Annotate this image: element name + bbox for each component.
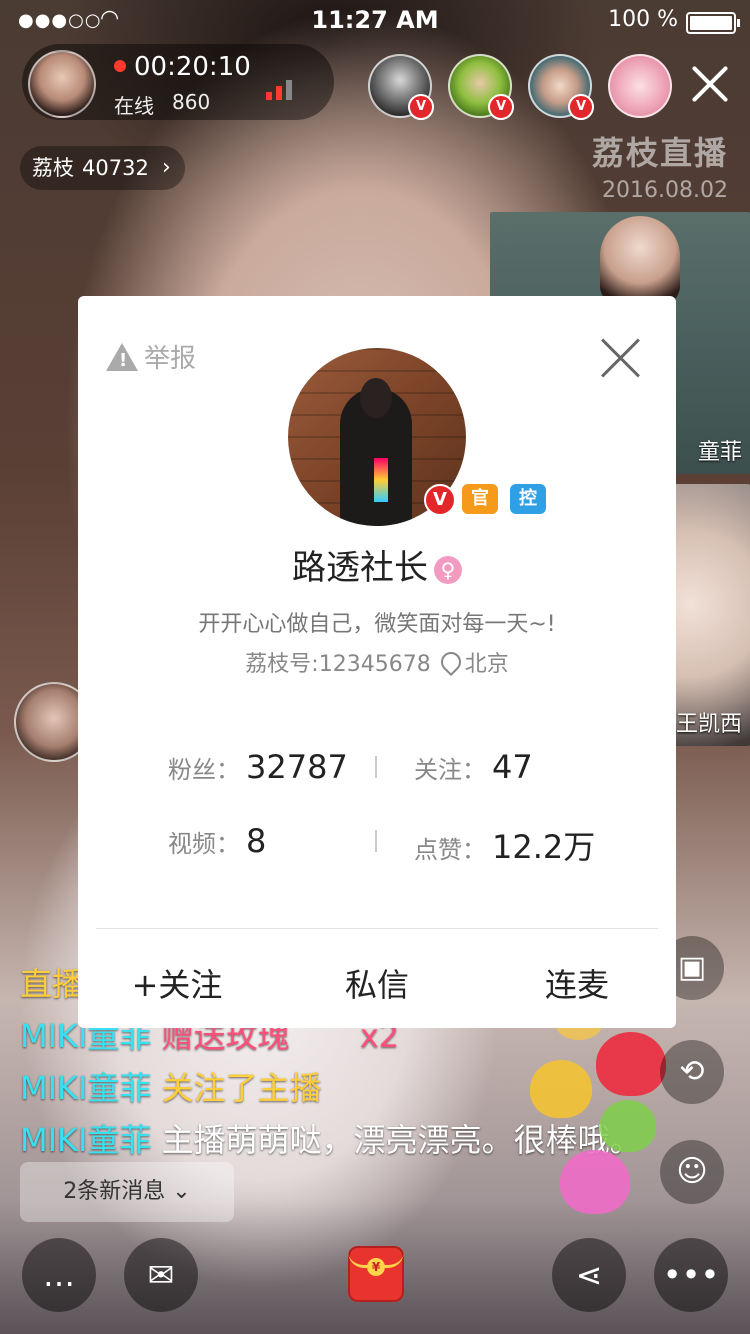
control-badge: 控 (510, 484, 546, 514)
profile-bio: 开开心心做自己，微笑面对每一天~! (198, 612, 556, 637)
online-count: 860 (172, 90, 211, 114)
card-divider (96, 928, 658, 929)
following-label: 关注： (414, 756, 486, 784)
official-badge: 官 (462, 484, 498, 514)
chat-username[interactable]: MIKI童菲 (20, 1121, 151, 1159)
battery-percent: 100 % (608, 7, 678, 32)
watermark-brand: 荔枝直播 (591, 134, 728, 172)
watermark: 荔枝直播 2016.08.02 (592, 128, 728, 203)
report-button[interactable]: 举报 (106, 338, 196, 375)
follow-button[interactable]: +关注 (78, 960, 276, 1006)
verified-badge-icon: V (424, 484, 456, 516)
verified-badge-icon: V (488, 94, 514, 120)
chat-text: 主播萌萌哒，漂亮漂亮。很棒哦。 (161, 1121, 642, 1159)
fans-count: 32787 (246, 748, 348, 786)
link-mic-button[interactable]: 连麦 (478, 960, 676, 1006)
videos-stat[interactable]: 视频： 8 (168, 822, 266, 860)
host-info-pill[interactable]: 00:20:10 在线 860 (22, 44, 334, 120)
battery-icon (686, 12, 740, 34)
viewer-avatar[interactable] (608, 54, 672, 118)
close-icon[interactable] (686, 60, 734, 108)
camera-switch-icon[interactable]: ⟲ (660, 1040, 724, 1104)
coin-value: 40732 (82, 156, 149, 180)
gift-coin: ¥ (367, 1258, 385, 1276)
recording-dot-icon (114, 60, 126, 72)
profile-id-line: 荔枝号:12345678 北京 (78, 646, 676, 678)
profile-card: 举报 V 官 控 路透社长♀ 开开心心做自己，微笑面对每一天~! 荔枝号:123… (78, 296, 676, 1028)
verified-badge-icon: V (408, 94, 434, 120)
fans-label: 粉丝： (168, 756, 240, 784)
warning-icon (106, 342, 138, 371)
mail-icon[interactable]: ✉ (124, 1238, 198, 1312)
watermark-date: 2016.08.02 (602, 178, 728, 203)
gift-icon[interactable]: ¥ (348, 1246, 404, 1302)
likes-stat[interactable]: 点赞： 12.2万 (414, 822, 595, 868)
following-stat[interactable]: 关注： 47 (414, 748, 533, 786)
cohost-video (600, 216, 680, 306)
online-label: 在线 (114, 94, 154, 118)
female-icon: ♀ (434, 555, 462, 584)
heart-icon (596, 1032, 666, 1096)
videos-count: 8 (246, 822, 267, 860)
likes-label: 点赞： (414, 836, 486, 864)
report-label: 举报 (144, 344, 197, 374)
likes-count: 12.2万 (492, 828, 596, 866)
status-bar: ●●●○○ ◠ 11:27 AM 100 % (0, 0, 750, 40)
network-signal-icon (266, 74, 300, 100)
profile-id: 荔枝号:12345678 (245, 652, 431, 677)
stat-separator (375, 756, 377, 778)
new-messages-button[interactable]: 2条新消息 ⌄ (20, 1162, 234, 1222)
chat-icon[interactable]: … (22, 1238, 96, 1312)
coin-balance-pill[interactable]: 荔枝 40732 › (20, 146, 185, 190)
private-message-button[interactable]: 私信 (278, 960, 476, 1006)
chevron-right-icon: › (162, 155, 171, 180)
share-icon[interactable]: ⋖ (552, 1238, 626, 1312)
viewer-avatar[interactable]: V (368, 54, 434, 120)
profile-nickname: 路透社长 ♀ (78, 540, 676, 589)
cohost-name: 王凯西 (675, 712, 742, 737)
more-icon[interactable]: ••• (654, 1238, 728, 1312)
location-pin-icon (436, 647, 465, 677)
avatar-figure (340, 378, 412, 526)
chat-username[interactable]: MIKI童菲 (20, 1069, 151, 1107)
viewer-avatar[interactable]: V (448, 54, 514, 120)
new-messages-label: 2条新消息 (63, 1179, 166, 1204)
chat-system-prefix: 直播 (20, 965, 85, 1003)
chat-text: 关注了主播 (161, 1069, 322, 1107)
heart-icon (560, 1150, 630, 1214)
following-count: 47 (492, 748, 533, 786)
chevron-down-icon: ⌄ (172, 1179, 191, 1204)
live-user-icon[interactable]: ☺ (660, 1140, 724, 1204)
videos-label: 视频： (168, 830, 240, 858)
verified-badge-icon: V (568, 94, 594, 120)
viewer-avatar[interactable]: V (528, 54, 594, 120)
coin-label: 荔枝 (32, 156, 74, 180)
fans-stat[interactable]: 粉丝： 32787 (168, 748, 348, 786)
close-icon[interactable] (600, 338, 640, 378)
heart-icon (600, 1100, 656, 1152)
nickname-text: 路透社长 (292, 548, 428, 588)
live-duration: 00:20:10 (134, 52, 251, 82)
stat-separator (375, 830, 377, 852)
host-avatar[interactable] (28, 50, 96, 118)
cohost-name: 童菲 (697, 440, 742, 465)
profile-location: 北京 (464, 652, 509, 677)
heart-icon (530, 1060, 592, 1118)
